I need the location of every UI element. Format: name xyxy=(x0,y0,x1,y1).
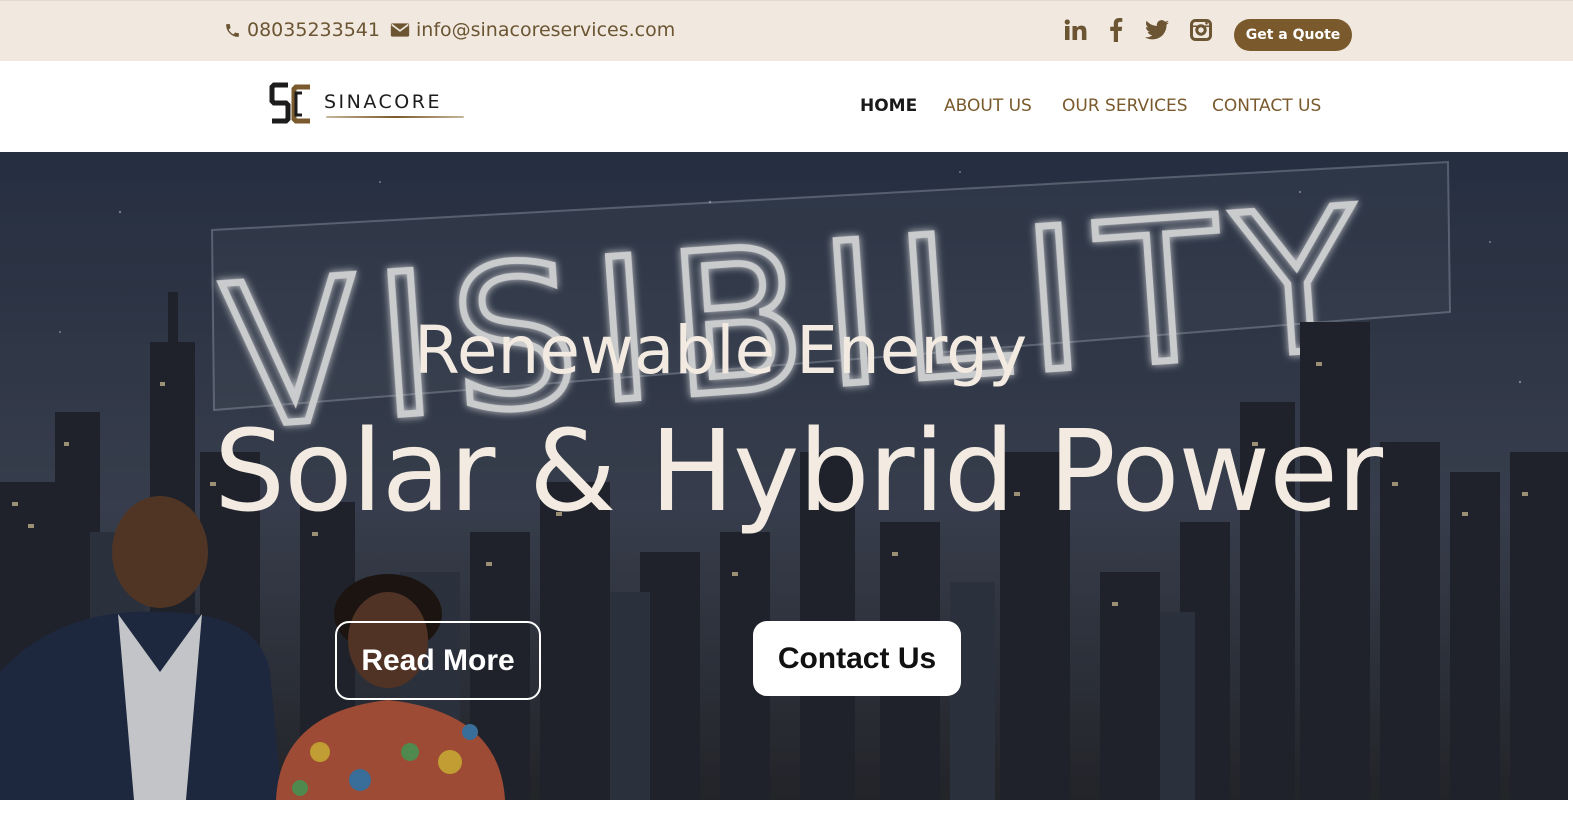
top-bar: 08035233541 info@sinacoreservices.com Ge… xyxy=(0,0,1573,61)
brand-logo[interactable]: SINACORE xyxy=(268,81,464,132)
nav-about-us[interactable]: ABOUT US xyxy=(944,96,1032,116)
hero-banner: VISIBILITY Renewable Energy Solar & Hybr… xyxy=(0,152,1568,800)
nav-contact-us[interactable]: CONTACT US xyxy=(1212,96,1321,116)
hero-subtitle: Renewable Energy xyxy=(414,312,1028,389)
brand-underline xyxy=(326,116,464,118)
main-navbar: SINACORE HOME ABOUT US OUR SERVICES CONT… xyxy=(0,61,1573,152)
instagram-link[interactable] xyxy=(1187,17,1215,47)
twitter-link[interactable] xyxy=(1143,17,1171,47)
hero-title: Solar & Hybrid Power xyxy=(214,407,1383,537)
facebook-icon xyxy=(1109,17,1123,47)
phone-contact[interactable]: 08035233541 xyxy=(224,19,380,41)
linkedin-link[interactable] xyxy=(1062,17,1090,47)
envelope-icon xyxy=(390,22,410,38)
email-contact[interactable]: info@sinacoreservices.com xyxy=(390,19,675,41)
instagram-icon xyxy=(1190,18,1212,46)
get-quote-button[interactable]: Get a Quote xyxy=(1234,19,1352,51)
facebook-link[interactable] xyxy=(1102,17,1130,47)
email-address: info@sinacoreservices.com xyxy=(416,19,676,41)
contact-us-button[interactable]: Contact Us xyxy=(753,621,961,696)
brand-name: SINACORE xyxy=(324,91,442,113)
read-more-button[interactable]: Read More xyxy=(335,621,541,700)
linkedin-icon xyxy=(1064,18,1088,46)
sc-monogram-icon xyxy=(268,81,314,132)
phone-number: 08035233541 xyxy=(247,19,380,41)
nav-home[interactable]: HOME xyxy=(860,96,917,116)
nav-our-services[interactable]: OUR SERVICES xyxy=(1062,96,1188,116)
phone-icon xyxy=(224,22,241,39)
twitter-icon xyxy=(1145,19,1169,45)
